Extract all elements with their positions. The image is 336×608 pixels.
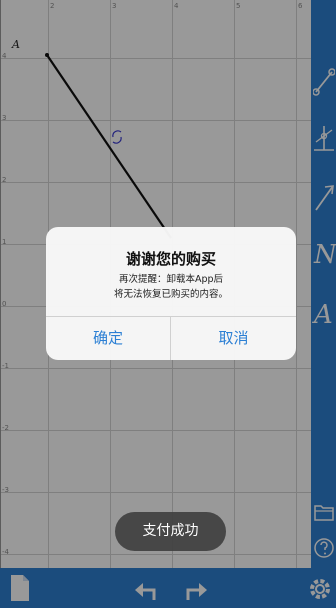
dialog-message-line2: 将无法恢复已购买的内容。 bbox=[113, 289, 228, 300]
payment-success-toast: 支付成功 bbox=[115, 512, 226, 551]
purchase-alert-dialog: 谢谢您的购买 再次提醒：卸载本App后 将无法恢复已购买的内容。 确定 取消 bbox=[46, 227, 296, 360]
dialog-title: 谢谢您的购买 bbox=[125, 250, 216, 268]
confirm-button[interactable]: 确定 bbox=[46, 317, 170, 360]
dialog-message-line1: 再次提醒：卸载本App后 bbox=[118, 274, 224, 285]
cancel-button[interactable]: 取消 bbox=[171, 317, 296, 360]
